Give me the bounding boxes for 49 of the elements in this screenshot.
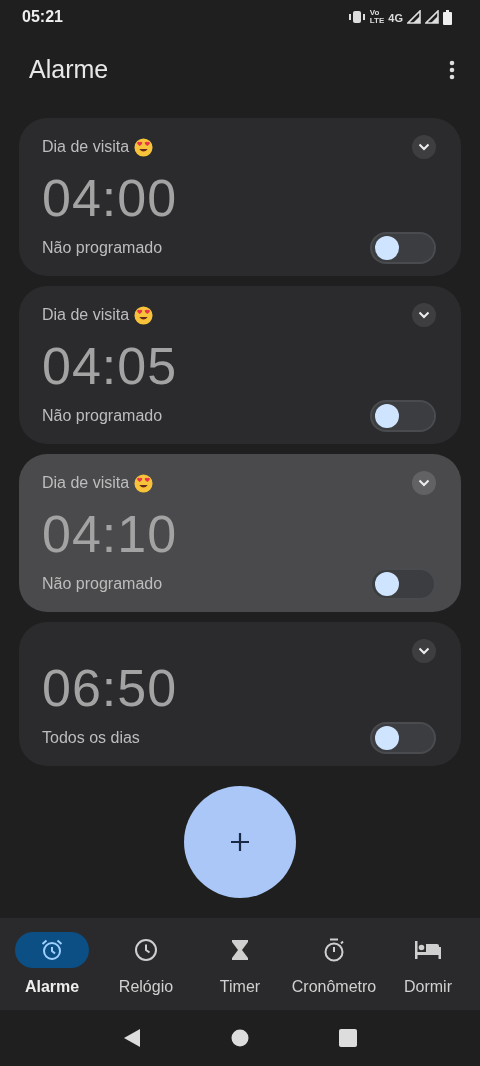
alarm-clock-icon xyxy=(40,938,64,962)
alarm-schedule: Não programado xyxy=(42,574,163,594)
alarm-card[interactable]: Dia de visita 04:00 Não programado xyxy=(19,118,461,276)
expand-button[interactable] xyxy=(412,303,436,327)
app-title: Alarme xyxy=(29,54,109,86)
alarm-card[interactable]: 06:50 Todos os dias xyxy=(19,622,461,766)
alarm-time: 04:05 xyxy=(42,336,179,397)
battery-icon xyxy=(443,9,452,25)
signal-icon xyxy=(407,10,421,24)
vibrate-icon xyxy=(347,11,366,23)
home-icon[interactable] xyxy=(231,1029,249,1047)
network-type: 4G xyxy=(388,10,403,26)
expand-button[interactable] xyxy=(412,639,436,663)
hourglass-icon xyxy=(230,939,250,961)
alarm-toggle[interactable] xyxy=(370,722,436,754)
nav-tab[interactable]: Timer xyxy=(194,918,286,1010)
lte-label: LTE xyxy=(369,17,385,25)
chevron-down-icon xyxy=(418,479,430,487)
alarm-label: Dia de visita xyxy=(42,305,130,325)
chevron-down-icon xyxy=(418,647,430,655)
nav-tab[interactable]: Alarme xyxy=(6,918,98,1010)
more-icon xyxy=(449,60,455,80)
alarm-schedule: Não programado xyxy=(42,406,163,426)
plus-icon xyxy=(230,832,250,852)
alarm-toggle[interactable] xyxy=(370,232,436,264)
alarm-toggle[interactable] xyxy=(370,400,436,432)
bed-icon xyxy=(415,941,441,959)
status-time: 05:21 xyxy=(22,7,63,27)
back-icon[interactable] xyxy=(123,1028,141,1048)
alarm-time: 04:00 xyxy=(42,168,179,229)
volte-label: Vo xyxy=(369,9,381,17)
expand-button[interactable] xyxy=(412,135,436,159)
nav-tab[interactable]: Relógio xyxy=(100,918,192,1010)
signal-icon xyxy=(425,10,439,24)
alarm-time: 04:10 xyxy=(42,504,179,565)
alarm-schedule: Todos os dias xyxy=(42,728,140,748)
alarm-card[interactable]: Dia de visita 04:10 Não programado xyxy=(19,454,461,612)
alarm-time: 06:50 xyxy=(42,658,179,719)
alarm-label: Dia de visita xyxy=(42,137,130,157)
nav-tab[interactable]: Dormir xyxy=(382,918,474,1010)
chevron-down-icon xyxy=(418,311,430,319)
alarm-schedule: Não programado xyxy=(42,238,163,258)
stopwatch-icon xyxy=(323,938,345,962)
expand-button[interactable] xyxy=(412,471,436,495)
alarm-card[interactable]: Dia de visita 04:05 Não programado xyxy=(19,286,461,444)
nav-tab[interactable]: Cronômetro xyxy=(288,918,380,1010)
chevron-down-icon xyxy=(418,143,430,151)
alarm-label: Dia de visita xyxy=(42,473,130,493)
clock-icon xyxy=(134,938,158,962)
